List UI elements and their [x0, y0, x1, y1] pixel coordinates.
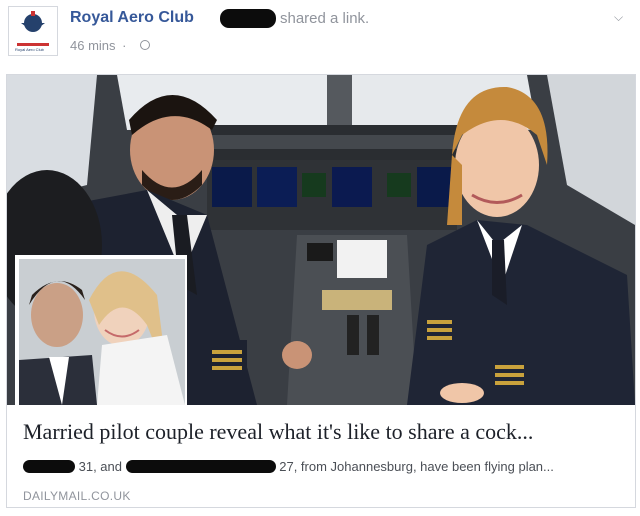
- timestamp-text: 46 mins: [70, 38, 116, 53]
- post-action-text: shared a link.: [280, 10, 370, 27]
- chevron-down-icon[interactable]: ⌵: [614, 10, 623, 25]
- avatar-logo-text: Royal Aero Club: [15, 47, 44, 52]
- description-part-1: 31, and: [78, 459, 122, 474]
- link-description: 31, and 27, from Johannesburg, have been…: [23, 459, 627, 479]
- link-headline[interactable]: Married pilot couple reveal what it's li…: [23, 419, 627, 445]
- page-name-link[interactable]: Royal Aero Club: [70, 9, 194, 27]
- redaction-bar: [220, 9, 276, 28]
- link-domain: DAILYMAIL.CO.UK: [23, 489, 131, 503]
- aero-club-logo-icon: [21, 11, 45, 32]
- description-part-2: 27, from Johannesburg, have been flying …: [279, 459, 554, 474]
- cockpit-photo: [7, 75, 635, 405]
- redaction-bar: [23, 460, 75, 473]
- globe-icon[interactable]: [140, 40, 150, 50]
- logo-bar: [17, 43, 49, 46]
- link-preview-image[interactable]: [7, 75, 635, 405]
- redaction-bar: [125, 460, 276, 473]
- separator-dot: ·: [122, 38, 127, 53]
- post-timestamp[interactable]: 46 mins ·: [70, 38, 127, 53]
- page-avatar[interactable]: Royal Aero Club: [8, 6, 58, 56]
- facebook-post: Royal Aero Club Royal Aero Club shared a…: [0, 0, 640, 516]
- link-preview-text[interactable]: Married pilot couple reveal what it's li…: [7, 405, 635, 507]
- link-preview-card[interactable]: Married pilot couple reveal what it's li…: [6, 74, 636, 508]
